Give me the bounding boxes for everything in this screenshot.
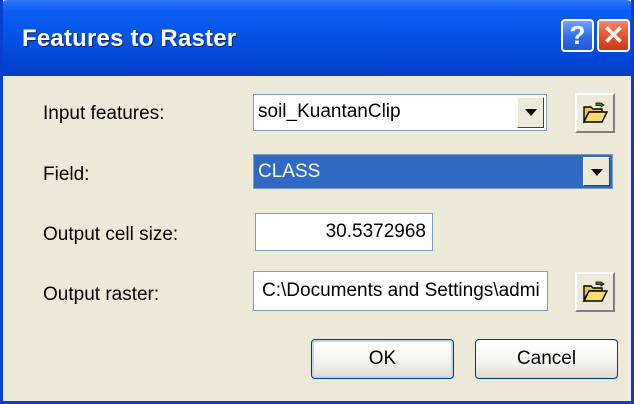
dialog-title: Features to Raster — [22, 25, 237, 52]
field-value: CLASS — [258, 161, 321, 182]
output-cell-size-value: 30.5372968 — [325, 221, 426, 242]
output-raster-label: Output raster: — [43, 284, 160, 305]
ok-button[interactable]: OK — [311, 339, 454, 379]
chevron-down-icon[interactable] — [517, 97, 544, 128]
close-icon[interactable]: ✕ — [597, 19, 630, 52]
chevron-down-icon[interactable] — [583, 157, 610, 186]
output-cell-size-input[interactable]: 30.5372968 — [255, 213, 433, 251]
field-label: Field: — [43, 164, 90, 185]
input-features-label: Input features: — [43, 103, 165, 124]
features-to-raster-dialog: Features to Raster ? ✕ Input features: s… — [0, 0, 634, 404]
help-icon[interactable]: ? — [561, 19, 594, 52]
cancel-button[interactable]: Cancel — [475, 339, 618, 379]
browse-output-raster-button[interactable] — [575, 272, 615, 312]
browse-input-features-button[interactable] — [575, 93, 615, 133]
input-features-combo[interactable]: soil_KuantanClip — [253, 94, 547, 131]
title-bar[interactable]: Features to Raster ? ✕ — [3, 0, 631, 76]
output-cell-size-label: Output cell size: — [43, 224, 179, 245]
open-folder-icon — [582, 281, 608, 303]
open-folder-icon — [582, 102, 608, 124]
output-raster-value: C:\Documents and Settings\admi — [262, 280, 540, 301]
field-combo[interactable]: CLASS — [253, 154, 613, 189]
output-raster-input[interactable]: C:\Documents and Settings\admi — [253, 271, 548, 311]
input-features-value: soil_KuantanClip — [258, 101, 401, 122]
